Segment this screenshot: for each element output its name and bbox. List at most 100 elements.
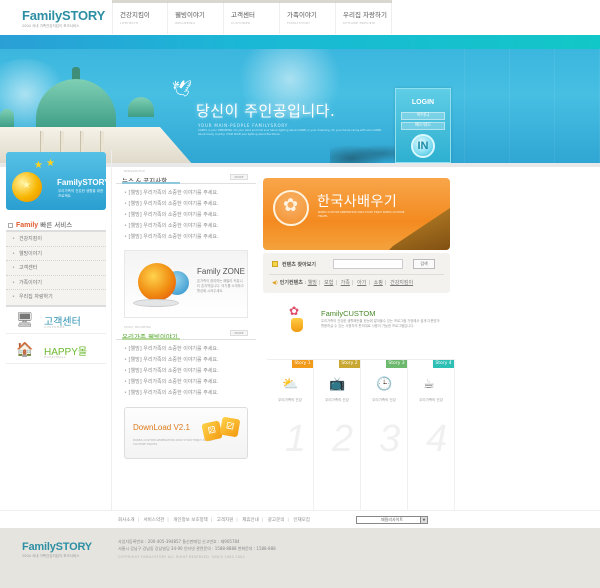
- search-label: 컨텐츠 찾아보기: [282, 262, 316, 268]
- news-item[interactable]: [웰빙] 우리가족의 소중한 이야기를 주세요.: [124, 188, 256, 199]
- footer-link[interactable]: 인재모집: [293, 518, 310, 523]
- computer-icon: 🖥: [16, 312, 34, 328]
- center-column: NEWS&NOTICE 뉴스 & 공지사항 MORE [웰빙] 우리가족의 소중…: [116, 170, 256, 459]
- wellbeing-item[interactable]: [웰빙] 우리가족의 소중한 이야기를 주세요.: [124, 344, 256, 355]
- story-card[interactable]: Story 3 🕒 우리가족의 건강 3: [361, 360, 408, 510]
- popular-link[interactable]: 쇼핑: [374, 280, 383, 286]
- company-info: 사업자등록번호 : 200-405-394857 통신판매업 신고번호 : 제9…: [118, 539, 276, 552]
- story-caption: 우리가족의 건강: [372, 398, 396, 402]
- tv-icon: 📺: [329, 377, 346, 392]
- popular-link[interactable]: 보험: [324, 280, 333, 286]
- wellbeing-item[interactable]: [웰빙] 우리가족의 소중한 이야기를 주세요.: [124, 377, 256, 388]
- news-more-button[interactable]: MORE: [230, 174, 248, 180]
- nav-label: 웰빙이야기: [175, 11, 205, 19]
- story-caption: 우리가족의 건강: [278, 398, 302, 402]
- password-input[interactable]: 패스워드: [401, 122, 445, 130]
- nav-label: 가족이야기: [287, 11, 317, 19]
- news-item[interactable]: [웰빙] 우리가족의 소중한 이야기를 주세요.: [124, 232, 256, 243]
- nav-item-familystory[interactable]: 가족이야기 FAMILYSTORY: [280, 3, 336, 34]
- popular-link[interactable]: 건강지킴이: [390, 280, 413, 286]
- footer-links-bar: 회사소개 | 서비스약관 | 개인정보 보호정책 | 고객지원 | 제휴안내 | 광고문의…: [0, 510, 600, 528]
- wellbeing-item[interactable]: [웰빙] 우리가족의 소중한 이야기를 주세요.: [124, 388, 256, 399]
- customer-center-link[interactable]: 🖥 고객센터 CUSTOMER: [6, 308, 106, 334]
- nav-label: 건강지킴이: [120, 11, 150, 19]
- news-item[interactable]: [웰빙] 우리가족의 소중한 이야기를 주세요.: [124, 221, 256, 232]
- story-number: 1: [285, 418, 307, 460]
- story-tag: Story 1: [292, 360, 313, 368]
- nav-item-wellbeing[interactable]: 웰빙이야기 WELLBEING: [168, 3, 224, 34]
- popular-contents: ◀) 인기컨텐츠 : 웰빙 | 보험 | 가족 | 아기 | 쇼핑 | 건강지킴이: [272, 280, 414, 286]
- copyright: COPYRIGHT FAMILYSTORY ALL RIGHT RESERVED…: [118, 555, 245, 559]
- quick-title-text: 빠른 서비스: [38, 221, 73, 229]
- story-card[interactable]: Story 4 ☕ 우리가족의 건강 4: [408, 360, 455, 510]
- story-number: 3: [379, 418, 401, 460]
- quick-item[interactable]: 건강지킴이: [6, 232, 106, 247]
- site-logo[interactable]: FamilySTORY 2004 국내 가족건강지킴이 포크서비스: [22, 8, 105, 29]
- star-icon: ★: [46, 158, 55, 169]
- clock-icon: 🕒: [376, 377, 393, 392]
- footer-link[interactable]: 개인정보 보호정책: [173, 518, 208, 523]
- custom-description: 우리가족의 건강한 생활패턴을 한눈에 알아볼수 있는 프로그램 가정에서 쉽게…: [321, 319, 440, 328]
- emblem-icon: [273, 190, 309, 226]
- nav-item-health[interactable]: 건강지킴이 LIFEHELTH: [112, 3, 168, 34]
- wellbeing-item[interactable]: [웰빙] 우리가족의 소중한 이야기를 주세요.: [124, 366, 256, 377]
- nav-sublabel: CUSTOMER: [231, 21, 251, 25]
- footer-link[interactable]: 광고문의: [268, 518, 285, 523]
- banner-description: CARPIL in your DREAMING. On your wind an…: [198, 129, 382, 136]
- quick-item[interactable]: 가족이야기: [6, 276, 106, 290]
- nav-item-myhome[interactable]: 우리집 자랑하기 MYHOME PREVIEW: [336, 3, 392, 34]
- nav-sublabel: WELLBEING: [175, 21, 196, 25]
- familystory-promo[interactable]: ★ ★ ★ FamilySTORY 우리가족의 건강한 생활을 위한 프로젝트: [6, 152, 109, 210]
- nav-label: 우리집 자랑하기: [343, 11, 387, 19]
- vase-icon: [291, 318, 303, 332]
- search-button[interactable]: 검색: [413, 259, 435, 269]
- quick-item[interactable]: 우리집 자랑하기: [6, 290, 106, 305]
- story-number: 2: [332, 418, 354, 460]
- korean-history-banner[interactable]: 한국사배우기 KOREA CUSTOM GENERATION 2004 STUD…: [263, 178, 450, 250]
- login-button[interactable]: IN: [411, 134, 435, 158]
- story-card[interactable]: Story 2 📺 우리가족의 건강 2: [314, 360, 361, 510]
- main-column: 한국사배우기 KOREA CUSTOM GENERATION 2004 STUD…: [263, 178, 453, 350]
- news-list: [웰빙] 우리가족의 소중한 이야기를 주세요. [웰빙] 우리가족의 소중한 …: [116, 184, 256, 243]
- footer-link[interactable]: 제휴안내: [242, 518, 259, 523]
- wellbeing-more-button[interactable]: MORE: [230, 330, 248, 336]
- globe-icon: [138, 263, 176, 301]
- search-input[interactable]: [333, 259, 403, 269]
- user-id-input[interactable]: 아이디: [401, 112, 445, 120]
- popular-link[interactable]: 아기: [357, 280, 366, 286]
- news-item[interactable]: [웰빙] 우리가족의 소중한 이야기를 주세요.: [124, 199, 256, 210]
- news-header: NEWS&NOTICE 뉴스 & 공지사항 MORE: [116, 170, 256, 185]
- top-color-stripe: [0, 35, 600, 49]
- footer-link[interactable]: 고객지원: [217, 518, 234, 523]
- story-tag: Story 2: [339, 360, 360, 368]
- happy-mall-link[interactable]: 🏠 HAPPY몰 HAPPYMALL: [6, 338, 106, 364]
- family-custom-box[interactable]: ✿ FamilyCUSTOM 우리가족의 건강한 생활패턴을 한눈에 알아볼수 …: [263, 298, 450, 350]
- quick-item[interactable]: 웰빙이야기: [6, 247, 106, 261]
- dove-icon: 🕊: [172, 79, 193, 98]
- nav-item-customer[interactable]: 고객센터 CUSTOMER: [224, 3, 280, 34]
- logo-subtitle: 2004 국내 가족건강지킴이 포크서비스: [22, 24, 80, 28]
- family-zone-box[interactable]: Family ZONE 온가족이 참여하는 패밀리 커뮤니티 존지역입니다. 여…: [124, 250, 248, 318]
- footer-logo-text: FamilySTORY: [22, 541, 92, 553]
- news-item[interactable]: [웰빙] 우리가족의 소중한 이야기를 주세요.: [124, 210, 256, 221]
- promo-description: 우리가족의 건강한 생활을 위한 프로젝트: [58, 189, 104, 198]
- wellbeing-item[interactable]: [웰빙] 우리가족의 소중한 이야기를 주세요.: [124, 355, 256, 366]
- header: FamilySTORY 2004 국내 가족건강지킴이 포크서비스 건강지킴이 …: [0, 0, 600, 34]
- nav-label: 고객센터: [231, 11, 255, 19]
- palace-image: [0, 59, 200, 163]
- story-row: Story 1 ⛅ 우리가족의 건강 1 Story 2 📺 우리가족의 건강 …: [267, 359, 455, 510]
- footer-link[interactable]: 서비스약관: [144, 518, 165, 523]
- quick-item[interactable]: 고객센터: [6, 261, 106, 276]
- story-card[interactable]: Story 1 ⛅ 우리가족의 건강 1: [267, 360, 314, 510]
- story-tag: Story 4: [433, 360, 454, 368]
- nav-sublabel: FAMILYSTORY: [287, 21, 311, 25]
- popular-link[interactable]: 가족: [341, 280, 350, 286]
- cup-icon: ☕: [423, 377, 435, 392]
- popular-link[interactable]: 웰빙: [308, 280, 317, 286]
- family-site-select[interactable]: 패밀리사이트 ▼: [356, 516, 428, 524]
- sun-cloud-icon: ⛅: [282, 377, 299, 392]
- search-icon: [272, 261, 278, 267]
- download-box[interactable]: DownLoad V2.1 KOREA CUSTOM GENERATION 20…: [124, 407, 248, 459]
- hero-banner: 🕊 당신이 주인공입니다. YOUR MAIN-PEOPLE FAMILYSRO…: [0, 49, 600, 163]
- footer-link[interactable]: 회사소개: [118, 518, 135, 523]
